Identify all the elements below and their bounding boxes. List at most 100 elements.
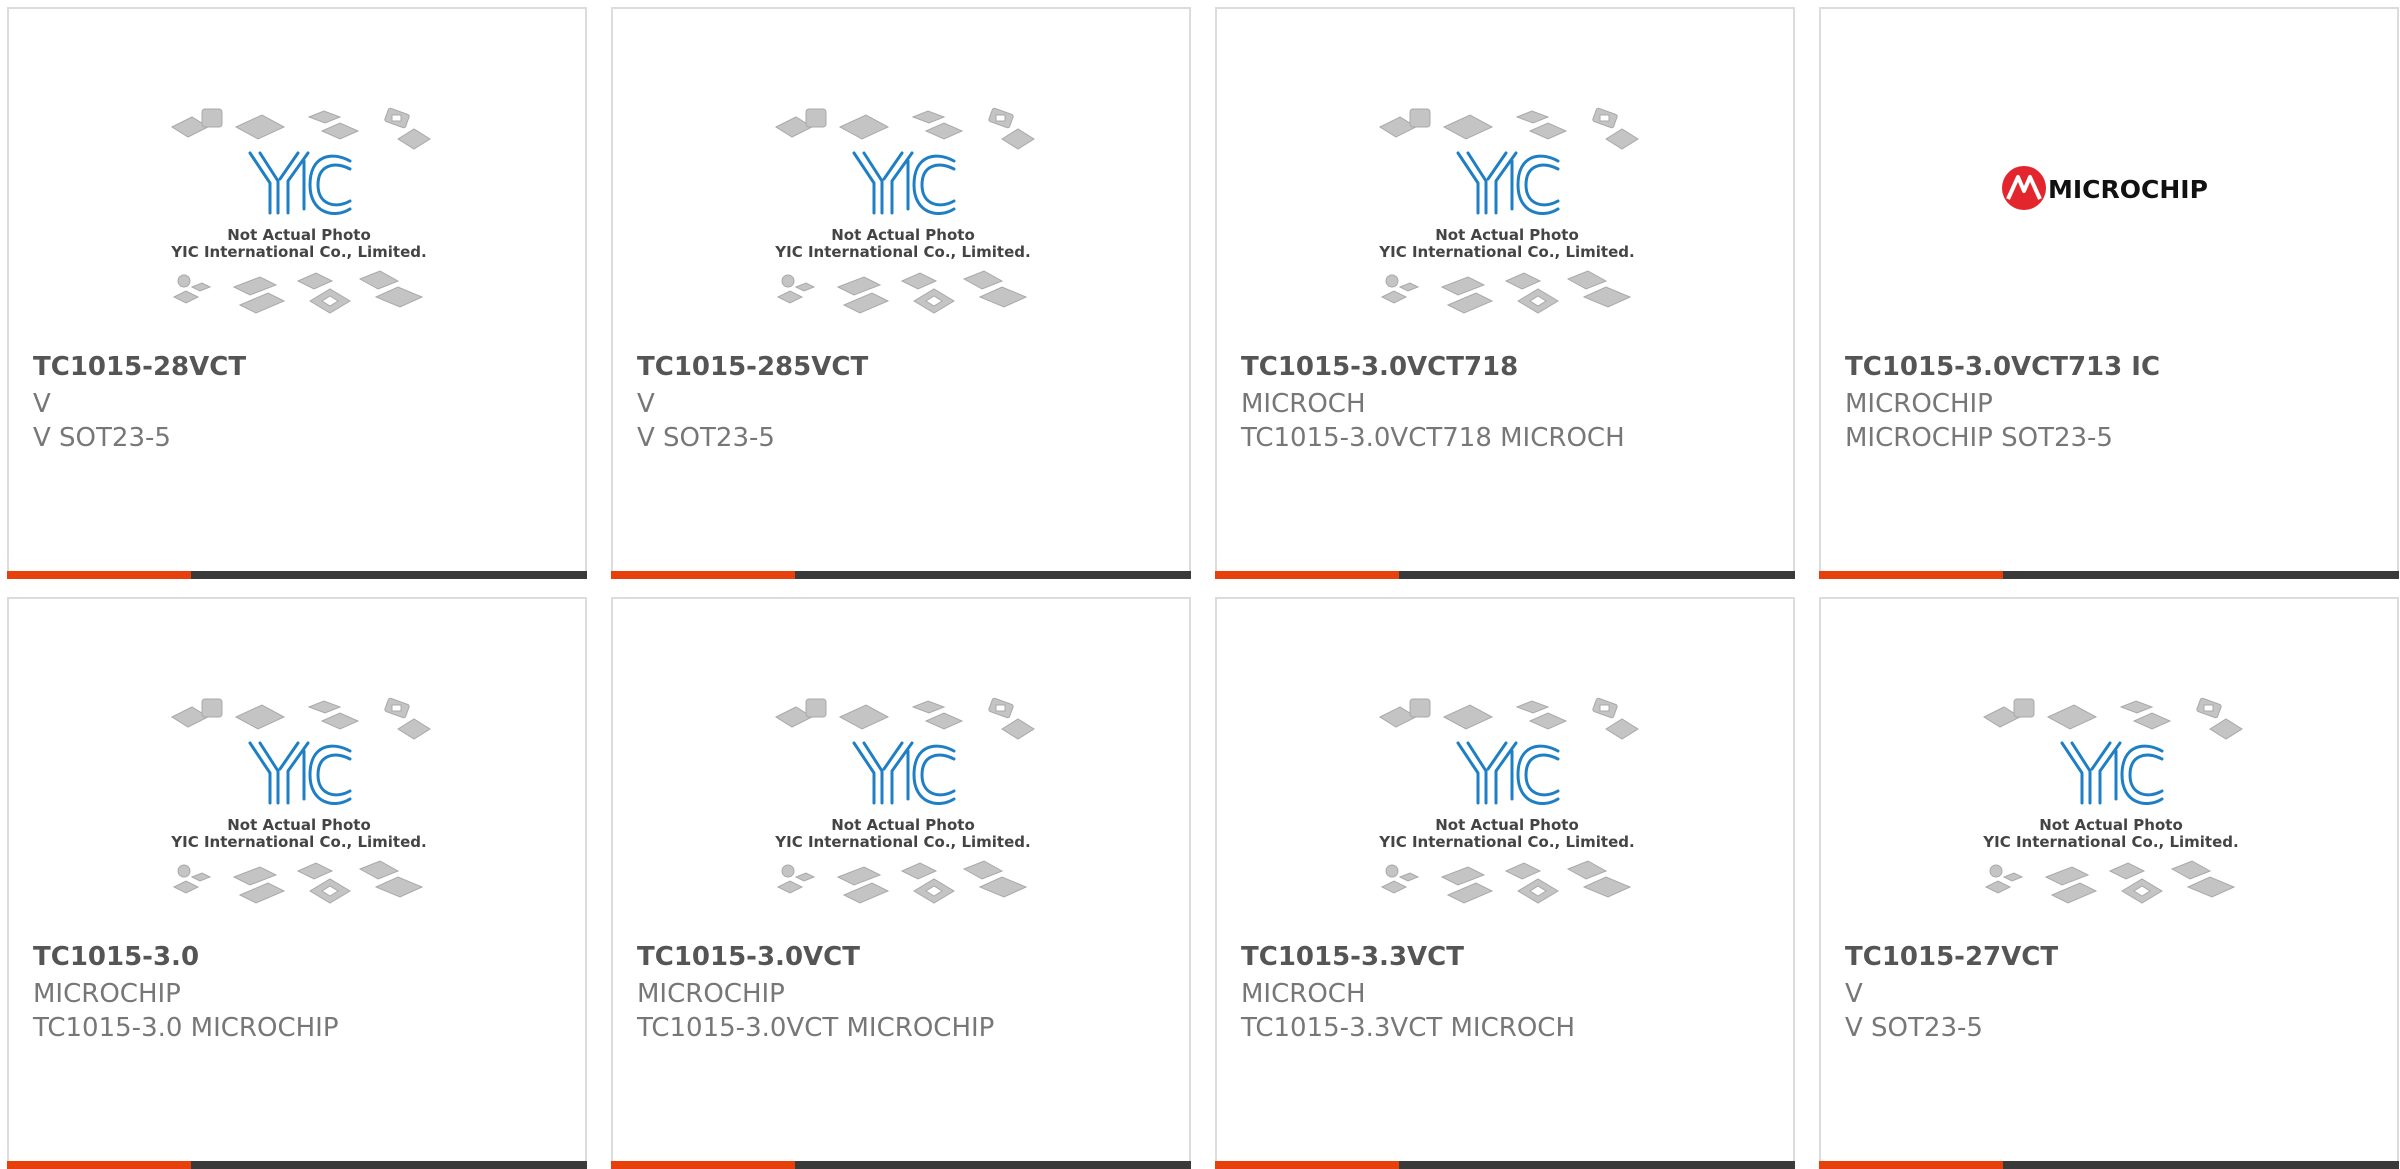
product-description: TC1015-3.0VCT MICROCHIP bbox=[637, 1013, 995, 1043]
placeholder-caption-line1: Not Actual Photo bbox=[2039, 816, 2183, 834]
placeholder-image: Not Actual Photo YIC International Co., … bbox=[1982, 697, 2243, 904]
chip-packages-bottom-icon bbox=[1380, 860, 1632, 904]
product-description: MICROCHIP SOT23-5 bbox=[1845, 423, 2113, 453]
chip-packages-bottom-icon bbox=[776, 860, 1028, 904]
product-manufacturer: V bbox=[637, 389, 655, 419]
product-image[interactable]: Not Actual Photo YIC International Co., … bbox=[1372, 681, 1642, 931]
product-part-number[interactable]: TC1015-3.0 bbox=[33, 942, 199, 972]
placeholder-caption-line1: Not Actual Photo bbox=[831, 226, 975, 244]
product-part-number[interactable]: TC1015-285VCT bbox=[637, 352, 868, 382]
product-manufacturer: MICROCHIP bbox=[637, 979, 785, 1009]
yic-logo-icon bbox=[248, 151, 352, 215]
placeholder-caption-line1: Not Actual Photo bbox=[1435, 816, 1579, 834]
product-image[interactable]: MICROCHIP bbox=[1976, 91, 2246, 341]
product-card[interactable]: Not Actual Photo YIC International Co., … bbox=[7, 7, 587, 579]
product-description: TC1015-3.0 MICROCHIP bbox=[33, 1013, 339, 1043]
chip-packages-top-icon bbox=[1378, 107, 1639, 150]
product-part-number[interactable]: TC1015-3.3VCT bbox=[1241, 942, 1464, 972]
product-image[interactable]: Not Actual Photo YIC International Co., … bbox=[1372, 91, 1642, 341]
product-manufacturer: MICROCHIP bbox=[1845, 389, 1993, 419]
card-bottom-bar bbox=[7, 571, 587, 579]
placeholder-caption-line2: YIC International Co., Limited. bbox=[774, 243, 1030, 261]
card-accent-bar bbox=[1819, 1161, 2003, 1169]
product-image[interactable]: Not Actual Photo YIC International Co., … bbox=[164, 91, 434, 341]
product-part-number[interactable]: TC1015-3.0VCT713 IC bbox=[1845, 352, 2160, 382]
placeholder-image: Not Actual Photo YIC International Co., … bbox=[774, 697, 1035, 904]
product-card[interactable]: Not Actual Photo YIC International Co., … bbox=[1819, 597, 2399, 1169]
chip-packages-bottom-icon bbox=[1984, 860, 2236, 904]
product-image[interactable]: Not Actual Photo YIC International Co., … bbox=[164, 681, 434, 931]
chip-packages-top-icon bbox=[170, 107, 431, 150]
product-card[interactable]: Not Actual Photo YIC International Co., … bbox=[611, 7, 1191, 579]
chip-packages-top-icon bbox=[1378, 697, 1639, 740]
card-bottom-bar bbox=[611, 1161, 1191, 1169]
product-grid: Not Actual Photo YIC International Co., … bbox=[0, 0, 2400, 1169]
yic-logo-icon bbox=[1456, 741, 1560, 805]
product-description: TC1015-3.3VCT MICROCH bbox=[1241, 1013, 1575, 1043]
card-bottom-bar bbox=[7, 1161, 587, 1169]
product-part-number[interactable]: TC1015-27VCT bbox=[1845, 942, 2058, 972]
placeholder-caption-line1: Not Actual Photo bbox=[227, 816, 371, 834]
chip-packages-top-icon bbox=[1982, 697, 2243, 740]
chip-packages-top-icon bbox=[774, 107, 1035, 150]
placeholder-caption-line2: YIC International Co., Limited. bbox=[1378, 243, 1634, 261]
placeholder-image: Not Actual Photo YIC International Co., … bbox=[1378, 697, 1639, 904]
product-card[interactable]: Not Actual Photo YIC International Co., … bbox=[611, 597, 1191, 1169]
chip-packages-bottom-icon bbox=[172, 270, 424, 314]
product-manufacturer: MICROCH bbox=[1241, 979, 1366, 1009]
placeholder-caption-line2: YIC International Co., Limited. bbox=[170, 833, 426, 851]
microchip-logo-text: MICROCHIP bbox=[2048, 175, 2208, 204]
product-part-number[interactable]: TC1015-3.0VCT bbox=[637, 942, 860, 972]
product-card[interactable]: Not Actual Photo YIC International Co., … bbox=[7, 597, 587, 1169]
card-bottom-bar bbox=[1819, 1161, 2399, 1169]
card-bottom-bar bbox=[611, 571, 1191, 579]
product-description: V SOT23-5 bbox=[1845, 1013, 1983, 1043]
product-card[interactable]: Not Actual Photo YIC International Co., … bbox=[1215, 7, 1795, 579]
microchip-logo-image: MICROCHIP bbox=[2002, 166, 2208, 210]
card-accent-bar bbox=[611, 571, 795, 579]
product-manufacturer: MICROCH bbox=[1241, 389, 1366, 419]
placeholder-image: Not Actual Photo YIC International Co., … bbox=[170, 107, 431, 314]
placeholder-caption-line2: YIC International Co., Limited. bbox=[1378, 833, 1634, 851]
product-card[interactable]: MICROCHIP TC1015-3.0VCT713 IC MICROCHIP MI… bbox=[1819, 7, 2399, 579]
chip-packages-top-icon bbox=[774, 697, 1035, 740]
product-part-number[interactable]: TC1015-3.0VCT718 bbox=[1241, 352, 1518, 382]
placeholder-caption-line1: Not Actual Photo bbox=[1435, 226, 1579, 244]
yic-logo-icon bbox=[852, 151, 956, 215]
placeholder-image: Not Actual Photo YIC International Co., … bbox=[170, 697, 431, 904]
card-accent-bar bbox=[1215, 1161, 1399, 1169]
product-manufacturer: V bbox=[33, 389, 51, 419]
product-image[interactable]: Not Actual Photo YIC International Co., … bbox=[768, 681, 1038, 931]
card-accent-bar bbox=[7, 571, 191, 579]
placeholder-image: Not Actual Photo YIC International Co., … bbox=[774, 107, 1035, 314]
chip-packages-bottom-icon bbox=[1380, 270, 1632, 314]
placeholder-caption-line2: YIC International Co., Limited. bbox=[1982, 833, 2238, 851]
card-bottom-bar bbox=[1215, 1161, 1795, 1169]
product-description: TC1015-3.0VCT718 MICROCH bbox=[1241, 423, 1625, 453]
product-description: V SOT23-5 bbox=[637, 423, 775, 453]
yic-logo-icon bbox=[2060, 741, 2164, 805]
card-accent-bar bbox=[611, 1161, 795, 1169]
product-part-number[interactable]: TC1015-28VCT bbox=[33, 352, 246, 382]
placeholder-image: Not Actual Photo YIC International Co., … bbox=[1378, 107, 1639, 314]
card-accent-bar bbox=[7, 1161, 191, 1169]
product-manufacturer: MICROCHIP bbox=[33, 979, 181, 1009]
product-description: V SOT23-5 bbox=[33, 423, 171, 453]
card-accent-bar bbox=[1819, 571, 2003, 579]
placeholder-caption-line2: YIC International Co., Limited. bbox=[774, 833, 1030, 851]
card-accent-bar bbox=[1215, 571, 1399, 579]
placeholder-caption-line1: Not Actual Photo bbox=[227, 226, 371, 244]
card-bottom-bar bbox=[1819, 571, 2399, 579]
yic-logo-icon bbox=[852, 741, 956, 805]
placeholder-caption-line2: YIC International Co., Limited. bbox=[170, 243, 426, 261]
product-image[interactable]: Not Actual Photo YIC International Co., … bbox=[1976, 681, 2246, 931]
product-card[interactable]: Not Actual Photo YIC International Co., … bbox=[1215, 597, 1795, 1169]
yic-logo-icon bbox=[1456, 151, 1560, 215]
card-bottom-bar bbox=[1215, 571, 1795, 579]
placeholder-caption-line1: Not Actual Photo bbox=[831, 816, 975, 834]
yic-logo-icon bbox=[248, 741, 352, 805]
chip-packages-bottom-icon bbox=[776, 270, 1028, 314]
microchip-logo-icon: MICROCHIP bbox=[2002, 166, 2208, 210]
chip-packages-bottom-icon bbox=[172, 860, 424, 904]
product-image[interactable]: Not Actual Photo YIC International Co., … bbox=[768, 91, 1038, 341]
